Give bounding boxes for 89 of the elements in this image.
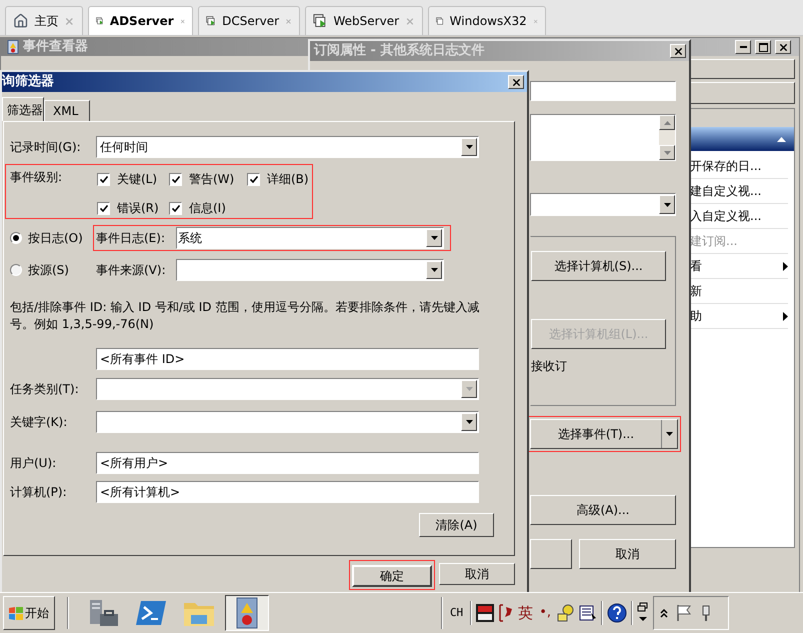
ok-button[interactable]: 确定 — [352, 565, 432, 587]
text-area[interactable] — [530, 114, 676, 161]
maximize-icon — [758, 42, 768, 52]
log-dropdown[interactable]: 系统 — [176, 227, 444, 249]
advanced-button[interactable]: 高级(A)... — [530, 495, 676, 525]
scope-radio[interactable]: 按日志(O) — [10, 229, 96, 247]
flag-icon[interactable] — [676, 604, 692, 622]
check-icon — [172, 204, 180, 212]
field-label: 任务类别(T): — [10, 381, 80, 398]
cancel-button[interactable]: 取消 — [439, 563, 515, 585]
restore-caret-icon[interactable] — [637, 602, 649, 624]
close-icon — [672, 46, 684, 56]
clear-button[interactable]: 清除(A) — [419, 513, 494, 537]
check-icon — [100, 204, 108, 212]
text-field[interactable] — [530, 81, 676, 101]
check-icon — [172, 176, 180, 182]
caret-icon — [430, 268, 438, 272]
close-button[interactable] — [508, 75, 524, 89]
caret-icon — [466, 420, 472, 424]
cancel-button[interactable]: 取消 — [579, 539, 676, 569]
minimize-icon — [740, 46, 746, 48]
powershell-icon — [135, 599, 167, 627]
brush-icon[interactable] — [498, 604, 514, 622]
browser-tab[interactable]: 主页 — [5, 6, 83, 35]
computer-field[interactable]: <所有计算机> — [96, 481, 479, 503]
help-icon[interactable] — [607, 603, 627, 623]
chevron-up-icon[interactable] — [660, 608, 668, 618]
language-indicator[interactable]: CH — [446, 604, 466, 622]
level-checkbox[interactable]: 错误(R) — [97, 200, 169, 216]
tab[interactable]: 筛选器 — [2, 97, 44, 121]
log-dropdown[interactable] — [176, 259, 444, 281]
windows-logo-icon — [9, 606, 23, 620]
user-field[interactable]: <所有用户> — [96, 452, 479, 474]
receive-text: 接收订 — [531, 358, 568, 375]
window-title: 事件查看器 — [23, 38, 88, 56]
keywords-dropdown[interactable] — [96, 411, 479, 433]
punctuation-indicator[interactable]: •, — [537, 603, 553, 623]
start-button[interactable]: 开始 — [3, 596, 55, 630]
scroll-down-icon[interactable] — [664, 150, 670, 154]
field-label: 记录时间(G): — [10, 139, 82, 156]
ime-mode-indicator[interactable]: 英 — [518, 602, 534, 624]
home-icon — [13, 13, 28, 29]
dialog-title: 订阅属性 - 其他系统日志文件 — [314, 42, 486, 60]
tab[interactable]: XML — [44, 100, 90, 121]
close-icon — [778, 42, 788, 52]
field-label: 关键字(K): — [10, 414, 68, 431]
id-description: 包括/排除事件 ID: 输入 ID 号和/或 ID 范围，使用逗号分隔。若要排除条件，请先键入减号。例如 1,3,5-99,-76(N) — [10, 299, 480, 333]
field-label: 事件来源(V): — [96, 262, 167, 279]
level-checkbox[interactable]: 警告(W) — [169, 171, 247, 187]
browser-tab[interactable]: WebServer — [305, 6, 423, 35]
browser-tab[interactable]: ADServer — [88, 6, 193, 35]
browser-tab[interactable]: WindowsX32 — [428, 6, 546, 35]
submenu-arrow-icon — [783, 262, 788, 270]
dialog-title: 询筛选器 — [2, 73, 55, 92]
maximize-button[interactable] — [755, 40, 771, 54]
event-log-icon — [234, 597, 260, 629]
close-icon — [510, 76, 522, 88]
check-icon — [250, 176, 258, 182]
browser-tab[interactable]: DCServer — [198, 6, 300, 35]
caret-icon — [430, 236, 438, 240]
caret-icon — [664, 202, 670, 206]
caret-icon — [466, 145, 472, 149]
field-label: 事件日志(E): — [96, 230, 166, 247]
level-checkbox[interactable]: 信息(I) — [169, 200, 247, 216]
select-events-button[interactable]: 选择事件(T)... — [530, 419, 678, 449]
close-button[interactable] — [775, 40, 791, 54]
field-label: 用户(U): — [10, 455, 58, 472]
time-dropdown[interactable]: 任何时间 — [96, 136, 479, 158]
event-log-icon — [7, 40, 19, 54]
field-label: 事件级别: — [10, 169, 64, 186]
select-computers-button[interactable]: 选择计算机(S)... — [531, 251, 666, 281]
caret-icon — [666, 432, 673, 436]
level-checkbox[interactable]: 详细(B) — [247, 171, 317, 187]
event-id-field[interactable]: <所有事件 ID> — [96, 348, 479, 370]
scope-radio[interactable]: 按源(S) — [10, 261, 96, 279]
scroll-up-icon[interactable] — [664, 120, 670, 124]
input-method-icon[interactable] — [476, 604, 494, 622]
minimize-button[interactable] — [735, 40, 751, 54]
level-checkbox[interactable]: 关键(L) — [97, 171, 169, 187]
vm-running-icon — [313, 13, 328, 29]
field-label: 计算机(P): — [10, 484, 68, 501]
dialog-button[interactable] — [530, 539, 572, 569]
check-icon — [100, 176, 108, 182]
close-button[interactable] — [670, 44, 686, 58]
taskbar-app[interactable] — [225, 595, 269, 631]
caret-icon — [466, 387, 472, 391]
dropdown[interactable] — [530, 193, 676, 216]
collapse-icon[interactable] — [777, 136, 786, 142]
submenu-arrow-icon — [783, 312, 788, 320]
